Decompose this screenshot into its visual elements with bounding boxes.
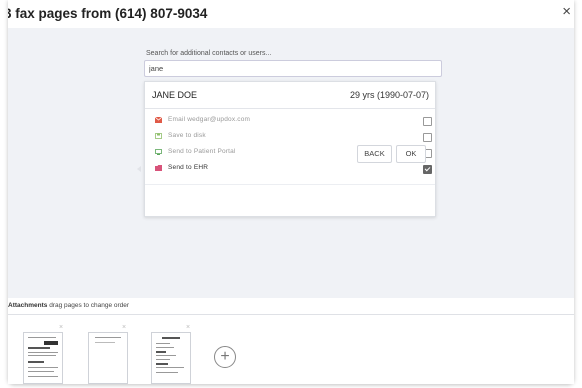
attachments-hint: drag pages to change order [49, 302, 130, 309]
envelope-icon [155, 117, 162, 123]
card-divider [145, 108, 435, 109]
remove-page-3-icon[interactable]: × [186, 324, 190, 331]
patient-age: 29 yrs (1990-07-07) [349, 90, 429, 100]
page-thumbnail-1[interactable] [23, 332, 63, 384]
ok-button[interactable]: OK [396, 145, 426, 163]
remove-page-1-icon[interactable]: × [59, 324, 63, 331]
patient-name: JANE DOE [152, 90, 198, 100]
email-checkbox[interactable] [423, 117, 432, 126]
attachments-title: Attachments [8, 302, 48, 309]
option-send-to-ehr[interactable]: Send to EHR [137, 162, 435, 176]
patient-card: JANE DOE 29 yrs (1990-07-07) Email wedga… [137, 81, 436, 217]
save-to-disk-checkbox[interactable] [423, 133, 432, 142]
add-page-icon[interactable]: + [214, 346, 236, 368]
option-label: Send to EHR [168, 164, 209, 171]
dialog-header: 3 fax pages from (614) 807-9034 × [8, 0, 574, 28]
route-panel: Search for additional contacts or users.… [137, 46, 444, 217]
page-thumbnail-3[interactable] [151, 332, 191, 384]
option-email[interactable]: Email wedgar@updox.com [145, 114, 435, 128]
folder-icon [155, 165, 162, 171]
attachments-divider [8, 314, 574, 315]
option-save-to-disk[interactable]: Save to disk [145, 130, 435, 144]
attachments-heading: Attachments drag pages to change order [8, 302, 129, 309]
search-input[interactable] [144, 60, 442, 77]
search-label: Search for additional contacts or users.… [146, 50, 272, 57]
dialog-title: 3 fax pages from (614) 807-9034 [8, 6, 208, 21]
disk-icon [155, 133, 162, 139]
back-button[interactable]: BACK [357, 145, 392, 163]
page-thumbnail-2[interactable] [88, 332, 128, 384]
option-label: Save to disk [168, 132, 206, 139]
send-to-ehr-checkbox[interactable] [423, 165, 432, 174]
close-icon[interactable]: × [562, 4, 571, 19]
monitor-icon [155, 149, 162, 155]
card-divider [145, 184, 435, 185]
option-label: Email wedgar@updox.com [168, 116, 251, 123]
remove-page-2-icon[interactable]: × [122, 324, 126, 331]
option-label: Send to Patient Portal [168, 148, 236, 155]
